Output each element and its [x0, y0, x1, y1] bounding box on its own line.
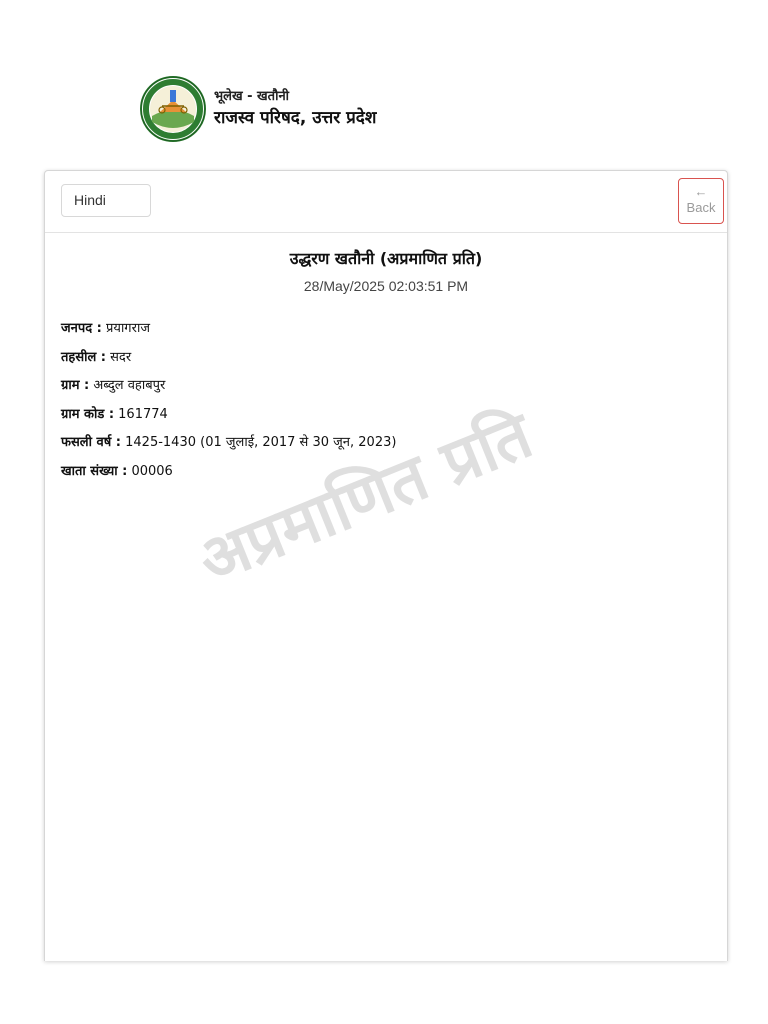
- detail-account-number: खाता संख्या : 00006: [61, 461, 396, 490]
- detail-label: जनपद :: [61, 321, 102, 336]
- detail-list: जनपद : प्रयागराज तहसील : सदर ग्राम : अब्…: [61, 318, 396, 490]
- document-timestamp: 28/May/2025 02:03:51 PM: [303, 278, 469, 294]
- arrow-left-icon: ←: [694, 184, 708, 199]
- detail-label: फसली वर्ष :: [61, 435, 121, 451]
- detail-label: ग्राम :: [61, 378, 90, 394]
- document-title: उद्धरण खतौनी (अप्रमाणित प्रति): [289, 249, 483, 268]
- language-select[interactable]: Hindi: [61, 184, 151, 217]
- detail-value: 00006: [127, 463, 173, 479]
- detail-tehsil: तहसील : सदर: [61, 347, 396, 376]
- detail-value: सदर: [106, 349, 132, 365]
- detail-value: 161774: [114, 406, 168, 422]
- brand-subtitle: भूलेख - खतौनी: [214, 89, 290, 104]
- detail-value: 1425-1430 (01 जुलाई, 2017 से 30 जून, 202…: [121, 435, 397, 451]
- detail-village: ग्राम : अब्दुल वहाबपुर: [61, 375, 396, 404]
- back-button[interactable]: ← Back: [678, 178, 724, 224]
- detail-label: ग्राम कोड :: [61, 406, 115, 422]
- detail-village-code: ग्राम कोड : 161774: [61, 404, 396, 433]
- card-toolbar: Hindi ← Back: [45, 171, 727, 233]
- detail-label: खाता संख्या :: [61, 463, 128, 479]
- khatauni-card: Hindi ← Back उद्धरण खतौनी (अप्रमाणित प्र…: [44, 170, 728, 961]
- detail-label: तहसील :: [61, 349, 107, 365]
- site-header: भूलेख - खतौनी राजस्व परिषद, उत्तर प्रदेश: [140, 76, 376, 142]
- brand-title: राजस्व परिषद, उत्तर प्रदेश: [214, 108, 377, 128]
- up-revenue-board-seal-icon: [140, 76, 206, 142]
- detail-district: जनपद : प्रयागराज: [61, 318, 396, 347]
- brand: भूलेख - खतौनी राजस्व परिषद, उत्तर प्रदेश: [214, 88, 376, 130]
- detail-value: प्रयागराज: [101, 321, 150, 336]
- detail-value: अब्दुल वहाबपुर: [89, 378, 166, 394]
- detail-fasli-year: फसली वर्ष : 1425-1430 (01 जुलाई, 2017 से…: [61, 432, 396, 461]
- back-button-label: Back: [686, 200, 716, 215]
- page: भूलेख - खतौनी राजस्व परिषद, उत्तर प्रदेश…: [0, 0, 768, 1024]
